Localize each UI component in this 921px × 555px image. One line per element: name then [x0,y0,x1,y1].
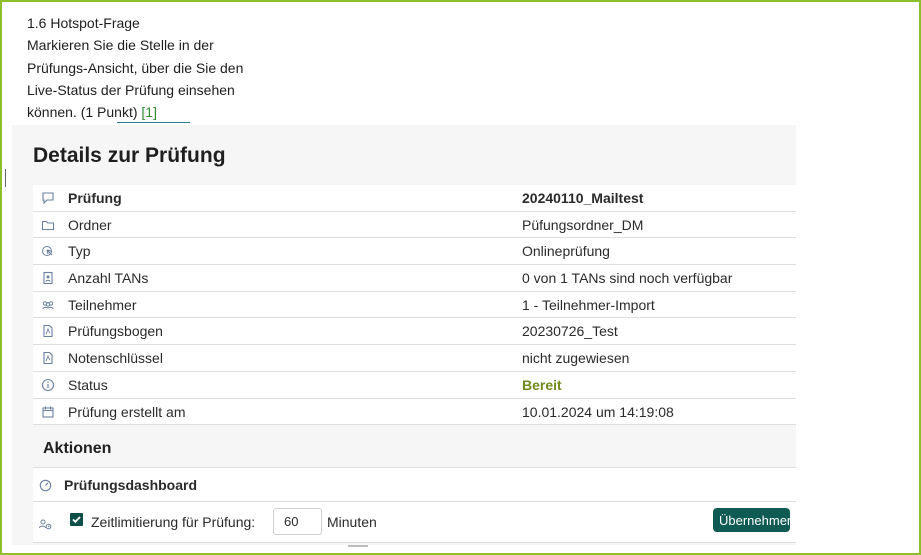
dashboard-label[interactable]: Prüfungsdashboard [64,477,197,493]
detail-row-typ: Typ Onlineprüfung [33,238,796,266]
detail-label: Typ [68,243,91,260]
detail-row-erstellt: Prüfung erstellt am 10.01.2024 um 14:19:… [33,399,796,426]
exam-dashboard-link[interactable]: Prüfungsdashboard [33,468,796,502]
question-line: Live-Status der Prüfung einsehen [27,81,235,98]
gauge-icon [39,479,52,492]
detail-value: 20230726_Test [522,323,618,340]
detail-row-pruefung: Prüfung 20240110_Mailtest [33,185,796,212]
reference-link[interactable]: [1] [141,104,157,120]
detail-row-status: Status Bereit [33,372,796,399]
pdf-document-icon [41,324,55,338]
detail-value: 1 - Teilnehmer-Import [522,296,655,313]
detail-value: Püfungsordner_DM [522,216,644,233]
apply-button[interactable]: Übernehmen [713,508,794,532]
detail-value: 0 von 1 TANs sind noch verfügbar [522,270,733,287]
id-card-icon [41,271,55,285]
speech-bubble-icon [41,191,55,205]
detail-label: Prüfung [68,190,122,206]
detail-label: Teilnehmer [68,296,137,313]
detail-label: Ordner [68,216,112,233]
question-line: Markieren Sie die Stelle in der [27,37,214,54]
cursor-pointer-icon [41,244,55,258]
hotspot-marker [117,122,190,123]
question-number: 1.6 Hotspot-Frage [27,15,140,31]
detail-row-pruefungsbogen: Prüfungsbogen 20230726_Test [33,318,796,346]
side-marker [5,169,6,187]
actions-section: Prüfungsdashboard Zeitlimitierung für Pr… [33,467,796,543]
detail-value: 10.01.2024 um 14:19:08 [522,403,674,420]
time-limit-label: Zeitlimitierung für Prüfung: [91,514,256,530]
detail-value: nicht zugewiesen [522,350,630,367]
user-clock-icon [38,517,52,531]
detail-label: Status [68,376,108,393]
info-circle-icon [41,378,55,392]
pdf-document-icon [41,351,55,365]
question-line: Prüfungs-Ansicht, über die Sie den [27,59,244,76]
detail-row-teilnehmer: Teilnehmer 1 - Teilnehmer-Import [33,292,796,319]
folder-icon [41,218,55,232]
detail-label: Notenschlüssel [68,350,163,367]
time-limit-checkbox[interactable] [70,513,83,526]
time-limit-unit: Minuten [327,514,377,530]
scroll-handle[interactable] [348,545,368,547]
detail-label: Prüfung erstellt am [68,403,186,420]
detail-row-notenschluessel: Notenschlüssel nicht zugewiesen [33,345,796,372]
details-table: Prüfung 20240110_Mailtest Ordner Püfungs… [33,185,796,426]
detail-row-ordner: Ordner Püfungsordner_DM [33,212,796,239]
panel-background-left [12,125,33,545]
question-points: können. (1 Punkt) [27,104,138,121]
detail-label: Prüfungsbogen [68,323,163,340]
status-badge: Bereit [522,376,562,393]
group-icon [41,298,55,312]
page-title: Details zur Prüfung [33,144,226,167]
detail-row-tans: Anzahl TANs 0 von 1 TANs sind noch verfü… [33,265,796,292]
detail-label: Anzahl TANs [68,270,149,287]
detail-value: 20240110_Mailtest [522,190,644,206]
time-limit-row: Zeitlimitierung für Prüfung: Minuten Übe… [33,502,796,543]
calendar-icon [41,405,55,419]
detail-value: Onlineprüfung [522,243,610,260]
actions-heading: Aktionen [43,440,112,457]
question-line-last: können. (1 Punkt) [1] [27,101,243,123]
question-text: 1.6 Hotspot-Frage Markieren Sie die Stel… [27,12,243,123]
time-limit-input[interactable] [273,508,322,535]
